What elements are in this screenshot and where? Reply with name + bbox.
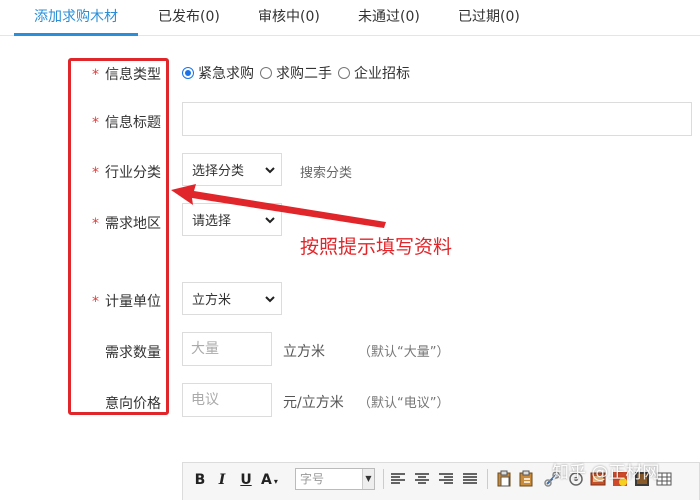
toolbar-divider (487, 469, 488, 489)
align-right-icon[interactable] (437, 470, 455, 488)
region-select[interactable]: 请选择 (182, 203, 282, 236)
quantity-unit: 立方米 (283, 344, 325, 360)
font-size-select[interactable]: 字号 ▼ (295, 468, 375, 490)
radio-label: 求购二手 (276, 66, 332, 82)
radio-urgent-purchase[interactable]: 紧急求购 (182, 63, 254, 83)
tab-published[interactable]: 已发布(0) (158, 0, 220, 36)
paste-icon[interactable] (495, 470, 513, 488)
font-size-placeholder: 字号 (300, 472, 325, 486)
watermark: 知乎 @正材网 (552, 463, 660, 483)
info-type-radio-group: 紧急求购 求购二手 企业招标 (182, 64, 416, 82)
bold-button[interactable]: B (191, 470, 209, 490)
radio-unchecked-icon[interactable] (260, 67, 272, 79)
unit-select[interactable]: 立方米 (182, 282, 282, 315)
industry-select-value: 选择分类 (192, 164, 245, 179)
info-title-input[interactable] (182, 102, 692, 136)
quantity-input[interactable] (182, 332, 272, 366)
radio-unchecked-icon[interactable] (338, 67, 350, 79)
font-color-button[interactable]: A ▾ (261, 470, 287, 490)
italic-button[interactable]: I (213, 470, 231, 490)
radio-enterprise-tender[interactable]: 企业招标 (338, 63, 410, 83)
active-tab-indicator (14, 33, 138, 36)
paste-text-icon[interactable] (517, 470, 535, 488)
tab-expired[interactable]: 已过期(0) (458, 0, 520, 36)
region-select-value: 请选择 (192, 214, 232, 229)
annotation-highlight-box (68, 58, 169, 415)
tab-bar: 添加求购木材 已发布(0) 审核中(0) 未通过(0) 已过期(0) (0, 0, 700, 36)
price-input[interactable] (182, 383, 272, 417)
annotation-text: 按照提示填写资料 (300, 236, 453, 258)
chevron-down-icon (265, 217, 275, 224)
tab-add-purchase[interactable]: 添加求购木材 (34, 0, 118, 36)
align-center-icon[interactable] (413, 470, 431, 488)
radio-checked-icon[interactable] (182, 67, 194, 79)
align-left-icon[interactable] (389, 470, 407, 488)
toolbar-divider (383, 469, 384, 489)
radio-second-hand[interactable]: 求购二手 (260, 63, 332, 83)
underline-button[interactable]: U (237, 470, 255, 490)
price-default-note: （默认“电议”） (358, 396, 450, 411)
price-unit: 元/立方米 (283, 395, 344, 411)
unit-select-value: 立方米 (192, 293, 232, 308)
radio-label: 紧急求购 (198, 66, 254, 82)
font-color-label: A (261, 472, 272, 488)
quantity-default-note: （默认“大量”） (358, 345, 450, 360)
caret-down-icon: ▼ (362, 469, 374, 489)
tab-reviewing[interactable]: 审核中(0) (258, 0, 320, 36)
caret-down-icon: ▾ (273, 477, 278, 486)
search-category-link[interactable]: 搜索分类 (300, 162, 352, 181)
radio-label: 企业招标 (354, 66, 410, 82)
chevron-down-icon (265, 167, 275, 174)
tab-rejected[interactable]: 未通过(0) (358, 0, 420, 36)
align-justify-icon[interactable] (461, 470, 479, 488)
chevron-down-icon (265, 296, 275, 303)
industry-select[interactable]: 选择分类 (182, 153, 282, 186)
